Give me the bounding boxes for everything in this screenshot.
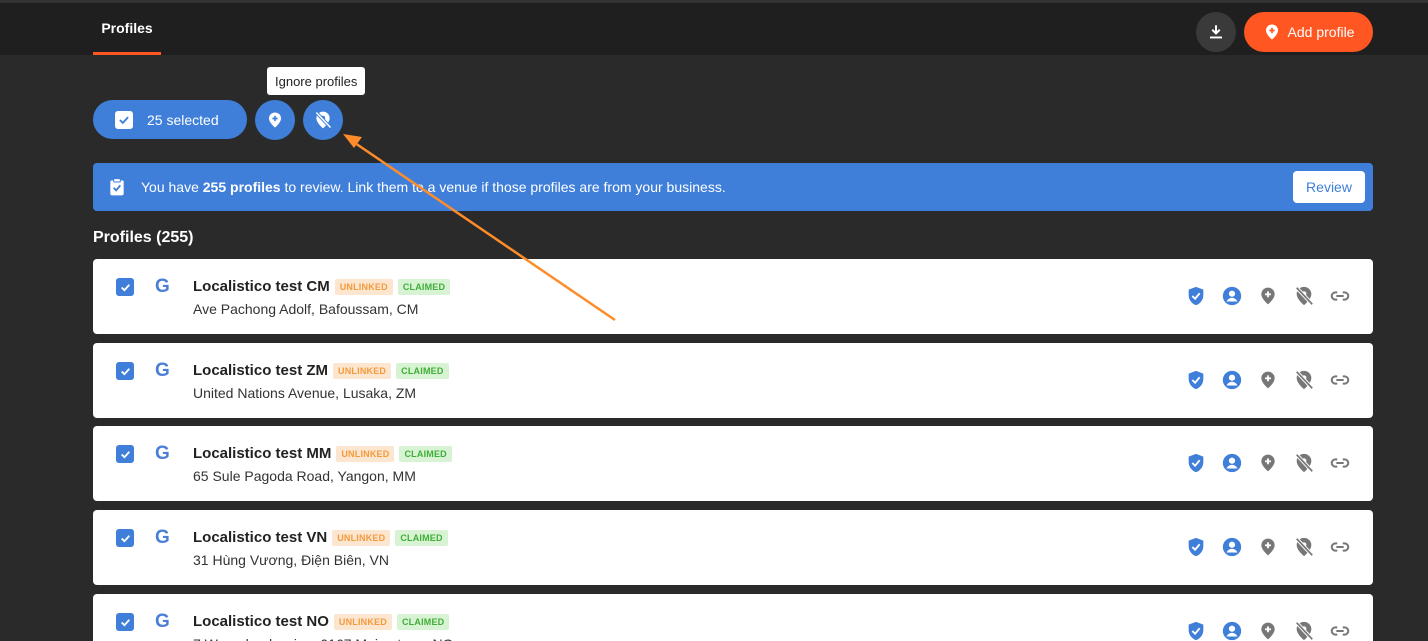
profile-card[interactable]: G Localistico test MM UNLINKED CLAIMED 6… [93, 426, 1373, 501]
profile-card[interactable]: G Localistico test ZM UNLINKED CLAIMED U… [93, 343, 1373, 418]
review-button[interactable]: Review [1293, 171, 1365, 203]
profile-card[interactable]: G Localistico test CM UNLINKED CLAIMED A… [93, 259, 1373, 334]
clipboard-check-icon [110, 178, 124, 196]
claimed-badge: CLAIMED [399, 445, 452, 462]
profile-address: 7 Wergelandsveien, 0167 Majorstuen, NO [193, 636, 453, 641]
claimed-badge: CLAIMED [397, 278, 451, 295]
top-bar: Profiles Add profile [0, 0, 1428, 55]
ignore-profiles-tooltip: Ignore profiles [267, 67, 366, 95]
unlinked-badge: UNLINKED [334, 278, 393, 295]
claimed-badge: CLAIMED [396, 613, 450, 630]
profile-name-row: Localistico test MM UNLINKED CLAIMED [193, 445, 452, 462]
profile-name-row: Localistico test CM UNLINKED CLAIMED [193, 278, 451, 295]
profile-name[interactable]: Localistico test VN [193, 529, 327, 546]
user-circle-icon[interactable] [1221, 620, 1243, 641]
unlinked-badge: UNLINKED [336, 445, 395, 462]
link-icon[interactable] [1329, 620, 1351, 641]
profile-actions [1185, 536, 1351, 558]
profile-name[interactable]: Localistico test CM [193, 278, 330, 295]
location-off-icon[interactable] [1293, 285, 1315, 307]
add-location-icon [1265, 24, 1278, 40]
location-off-icon [315, 111, 332, 129]
profile-name-row: Localistico test VN UNLINKED CLAIMED [193, 529, 448, 546]
profile-name[interactable]: Localistico test ZM [193, 362, 328, 379]
google-icon: G [155, 611, 170, 632]
shield-check-icon[interactable] [1185, 452, 1207, 474]
add-location-icon[interactable] [1257, 536, 1279, 558]
add-location-icon[interactable] [1257, 369, 1279, 391]
location-off-icon[interactable] [1293, 369, 1315, 391]
profile-checkbox[interactable] [116, 278, 134, 296]
profile-actions [1185, 369, 1351, 391]
select-all-checkbox[interactable] [115, 110, 133, 129]
unlinked-badge: UNLINKED [333, 613, 392, 630]
profiles-section-title: Profiles (255) [93, 229, 194, 246]
profile-address: 65 Sule Pagoda Road, Yangon, MM [193, 468, 416, 484]
profile-name[interactable]: Localistico test NO [193, 613, 329, 630]
add-location-icon[interactable] [1257, 285, 1279, 307]
google-icon: G [155, 276, 170, 297]
add-profile-button[interactable]: Add profile [1244, 12, 1373, 52]
download-icon [1210, 25, 1222, 39]
google-icon: G [155, 527, 170, 548]
check-icon [120, 618, 130, 627]
link-icon[interactable] [1329, 369, 1351, 391]
location-off-icon[interactable] [1293, 536, 1315, 558]
user-circle-icon[interactable] [1221, 369, 1243, 391]
profile-card[interactable]: G Localistico test VN UNLINKED CLAIMED 3… [93, 510, 1373, 585]
check-icon [120, 283, 130, 292]
check-icon [120, 450, 130, 459]
profile-checkbox[interactable] [116, 362, 134, 380]
check-icon [119, 115, 129, 124]
profile-actions [1185, 285, 1351, 307]
shield-check-icon[interactable] [1185, 620, 1207, 641]
profile-name-row: Localistico test ZM UNLINKED CLAIMED [193, 362, 449, 379]
download-button[interactable] [1196, 12, 1236, 52]
profile-checkbox[interactable] [116, 529, 134, 547]
shield-check-icon[interactable] [1185, 536, 1207, 558]
profile-address: Ave Pachong Adolf, Bafoussam, CM [193, 301, 419, 317]
user-circle-icon[interactable] [1221, 452, 1243, 474]
check-icon [120, 367, 130, 376]
link-profiles-button[interactable] [255, 100, 295, 140]
google-icon: G [155, 443, 170, 464]
profile-checkbox[interactable] [116, 613, 134, 631]
location-off-icon[interactable] [1293, 620, 1315, 641]
unlinked-badge: UNLINKED [332, 529, 391, 546]
profile-address: United Nations Avenue, Lusaka, ZM [193, 385, 417, 401]
shield-check-icon[interactable] [1185, 285, 1207, 307]
add-profile-label: Add profile [1287, 24, 1355, 40]
link-icon[interactable] [1329, 285, 1351, 307]
claimed-badge: CLAIMED [395, 529, 448, 546]
unlinked-badge: UNLINKED [333, 362, 392, 379]
location-off-icon[interactable] [1293, 452, 1315, 474]
shield-check-icon[interactable] [1185, 369, 1207, 391]
profile-actions [1185, 452, 1351, 474]
profile-name-row: Localistico test NO UNLINKED CLAIMED [193, 613, 450, 630]
profile-card[interactable]: G Localistico test NO UNLINKED CLAIMED 7… [93, 594, 1373, 641]
profile-checkbox[interactable] [116, 445, 134, 463]
user-circle-icon[interactable] [1221, 285, 1243, 307]
add-location-icon[interactable] [1257, 620, 1279, 641]
profile-name[interactable]: Localistico test MM [193, 445, 331, 462]
user-circle-icon[interactable] [1221, 536, 1243, 558]
profile-address: 31 Hùng Vương, Điện Biên, VN [193, 552, 389, 568]
banner-text: You have 255 profiles to review. Link th… [141, 179, 726, 195]
ignore-profiles-button[interactable] [303, 100, 343, 140]
profile-actions [1185, 620, 1351, 641]
check-icon [120, 534, 130, 543]
google-icon: G [155, 360, 170, 381]
link-icon[interactable] [1329, 536, 1351, 558]
selected-count-label: 25 selected [147, 111, 219, 128]
link-icon[interactable] [1329, 452, 1351, 474]
selected-count-button[interactable]: 25 selected [93, 100, 247, 139]
claimed-badge: CLAIMED [396, 362, 449, 379]
add-location-icon[interactable] [1257, 452, 1279, 474]
review-banner: You have 255 profiles to review. Link th… [93, 163, 1373, 211]
add-location-icon [269, 112, 281, 128]
tab-profiles[interactable]: Profiles [93, 3, 161, 55]
